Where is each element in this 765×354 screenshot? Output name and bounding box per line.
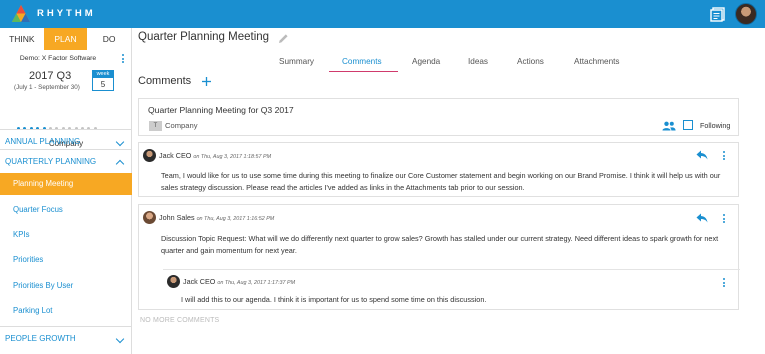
reply-date: on Thu, Aug 3, 2017 1:17:37 PM — [217, 280, 296, 286]
tab-attachments[interactable]: Attachments — [574, 57, 620, 66]
company-name: Demo: X Factor Software — [19, 55, 97, 62]
avatar — [167, 275, 180, 288]
reply-header: Jack CEO on Thu, Aug 3, 2017 1:17:37 PM — [183, 277, 295, 286]
reply-icon[interactable] — [696, 150, 708, 160]
comment-header: John Sales on Thu, Aug 3, 2017 1:16:52 PM — [159, 213, 274, 222]
logo[interactable]: RHYTHM — [12, 5, 96, 22]
following-checkbox[interactable] — [683, 120, 693, 130]
tab-actions[interactable]: Actions — [517, 57, 544, 66]
user-avatar[interactable] — [735, 3, 757, 25]
main-content: Quarter Planning Meeting Summary Comment… — [132, 28, 765, 354]
page-title: Quarter Planning Meeting — [138, 31, 270, 43]
comment-card: Jack CEO on Thu, Aug 3, 2017 1:18:57 PM T… — [138, 142, 739, 197]
comment-author: Jack CEO — [159, 151, 192, 160]
following-label: Following — [700, 121, 731, 130]
nav-section-label: PEOPLE GROWTH — [5, 334, 76, 343]
chevron-up-icon — [115, 159, 125, 169]
thread-header-card: Quarter Planning Meeting for Q3 2017 T C… — [138, 98, 739, 136]
nav-item-planning-meeting[interactable]: Planning Meeting — [0, 173, 132, 195]
company-menu-icon[interactable] — [122, 54, 125, 65]
chevron-down-icon — [115, 137, 125, 147]
nav-section-people-growth[interactable]: PEOPLE GROWTH — [0, 326, 132, 350]
comment-date: on Thu, Aug 3, 2017 1:18:57 PM — [193, 154, 272, 160]
brand-name: RHYTHM — [37, 8, 96, 19]
participants-icon[interactable] — [662, 121, 676, 131]
comment-date: on Thu, Aug 3, 2017 1:16:52 PM — [196, 216, 275, 222]
nav-section-quarterly-planning[interactable]: QUARTERLY PLANNING — [0, 149, 132, 173]
comment-header: Jack CEO on Thu, Aug 3, 2017 1:18:57 PM — [159, 151, 271, 160]
phase-tab-do[interactable]: DO — [87, 28, 131, 50]
documents-icon[interactable] — [710, 6, 726, 22]
comment-card: John Sales on Thu, Aug 3, 2017 1:16:52 PM… — [138, 204, 740, 310]
phase-tabs: THINK PLAN DO — [0, 28, 131, 50]
reply-author: Jack CEO — [183, 277, 216, 286]
nav-item-kpis[interactable]: KPIs — [0, 224, 132, 246]
thread-title: Quarter Planning Meeting for Q3 2017 — [148, 105, 294, 115]
reply-divider — [163, 269, 740, 270]
rhythm-logo-icon — [12, 5, 30, 22]
nav-item-parking-lot[interactable]: Parking Lot — [0, 300, 132, 322]
phase-tab-think[interactable]: THINK — [0, 28, 44, 50]
top-bar: RHYTHM — [0, 0, 765, 28]
nav-item-quarter-focus[interactable]: Quarter Focus — [0, 199, 132, 221]
quarter-label: 2017 Q3 — [29, 70, 72, 82]
thread-scope: Company — [165, 121, 198, 130]
comments-heading: Comments — [138, 75, 192, 87]
comment-menu-icon[interactable] — [723, 151, 726, 162]
week-badge: week 5 — [92, 70, 114, 91]
quarter-dates: (July 1 - September 30) — [14, 84, 80, 91]
nav-section-label: QUARTERLY PLANNING — [5, 157, 97, 166]
nav-section-label: ANNUAL PLANNING — [5, 137, 81, 146]
active-tab-indicator — [329, 71, 398, 72]
week-badge-label: week — [93, 71, 113, 78]
tab-ideas[interactable]: Ideas — [468, 57, 488, 66]
tab-summary[interactable]: Summary — [279, 57, 314, 66]
team-badge: T — [149, 121, 162, 131]
tab-agenda[interactable]: Agenda — [412, 57, 440, 66]
comment-text: Discussion Topic Request: What will we d… — [161, 234, 719, 255]
add-comment-icon[interactable] — [202, 77, 211, 86]
no-more-comments: NO MORE COMMENTS — [140, 317, 220, 324]
nav-item-priorities-by-user[interactable]: Priorities By User — [0, 275, 132, 297]
comment-menu-icon[interactable] — [723, 214, 726, 225]
chevron-down-icon — [115, 334, 125, 344]
reply-icon[interactable] — [696, 213, 708, 223]
reply-menu-icon[interactable] — [723, 278, 726, 289]
tab-comments[interactable]: Comments — [342, 57, 382, 66]
week-badge-number: 5 — [100, 80, 106, 89]
phase-tab-plan[interactable]: PLAN — [43, 28, 88, 50]
nav-item-priorities[interactable]: Priorities — [0, 249, 132, 271]
reply-text: I will add this to our agenda. I think i… — [181, 295, 487, 304]
meeting-tabs: Summary Comments Agenda Ideas Actions At… — [132, 57, 765, 72]
avatar — [143, 149, 156, 162]
edit-pencil-icon[interactable] — [278, 33, 289, 44]
comment-author: John Sales — [159, 213, 195, 222]
sidebar: THINK PLAN DO Demo: X Factor Software 20… — [0, 28, 132, 354]
comment-text: Team, I would like for us to use some ti… — [161, 171, 721, 192]
avatar — [143, 211, 156, 224]
